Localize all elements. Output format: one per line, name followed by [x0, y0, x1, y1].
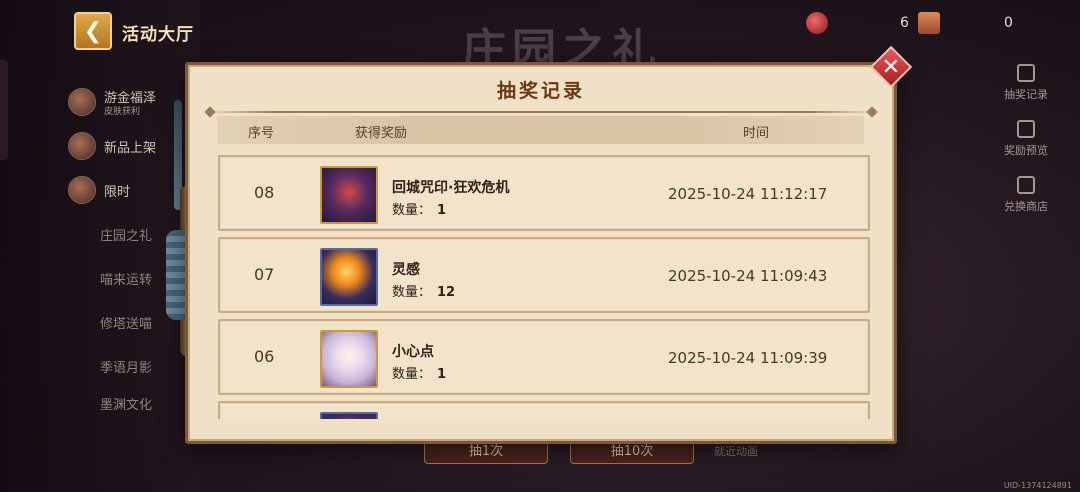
- currency-gem-value: 6: [900, 15, 909, 31]
- row-index: 07: [254, 265, 275, 284]
- reward-thumbnail: [320, 412, 378, 419]
- title-divider: [206, 111, 876, 113]
- gift-icon: [1017, 64, 1035, 82]
- table-header: 序号 获得奖励 时间: [217, 116, 864, 144]
- right-item-draw-record[interactable]: 抽奖记录: [996, 64, 1056, 120]
- ticket-icon: [918, 12, 940, 34]
- reward-name: 小心点: [392, 344, 434, 360]
- row-index: 06: [254, 347, 275, 366]
- side-tab-handle[interactable]: [0, 60, 8, 160]
- table-row: [218, 401, 870, 419]
- row-index: 08: [254, 183, 275, 202]
- record-list[interactable]: 08 回城咒印·狂欢危机 数量： 1 2025-10-24 11:12:17 07…: [218, 155, 870, 419]
- hall-title: 活动大厅: [122, 25, 194, 45]
- qty-value: 1: [437, 203, 447, 218]
- dialog-title-bar: 抽奖记录: [188, 65, 894, 113]
- reward-qty: 数量： 12: [392, 281, 455, 300]
- right-item-label: 抽奖记录: [1004, 88, 1048, 101]
- menu-label: 庄园之礼: [100, 228, 153, 244]
- reward-qty: 数量： 1: [392, 199, 446, 218]
- shop-icon: [1017, 176, 1035, 194]
- draw-record-dialog: 抽奖记录 序号 获得奖励 时间 08 回城咒印·狂欢危机 数量： 1 2025-1…: [185, 62, 897, 444]
- back-button[interactable]: ❮: [74, 12, 112, 50]
- qty-label: 数量：: [392, 203, 432, 218]
- uid-label: UID-1374124891: [1003, 481, 1072, 490]
- header-time: 时间: [743, 126, 770, 141]
- qty-value: 1: [437, 367, 447, 382]
- menu-label: 修塔送喵: [100, 316, 153, 332]
- right-menu: 抽奖记录 奖励预览 兑换商店: [996, 64, 1056, 232]
- currency-ticket-value: 0: [1004, 15, 1013, 31]
- reward-name: 灵感: [392, 262, 420, 278]
- menu-label: 墨渊文化: [100, 397, 153, 413]
- menu-label: 新品上架: [104, 140, 157, 156]
- menu-label: 限时: [104, 184, 131, 200]
- table-row: 06 小心点 数量： 1 2025-10-24 11:09:39: [218, 319, 870, 395]
- reward-thumbnail: [320, 330, 378, 388]
- header-reward: 获得奖励: [355, 126, 408, 141]
- menu-item-culture[interactable]: 墨渊文化: [66, 388, 196, 418]
- qty-value: 12: [437, 285, 456, 300]
- currency-ticket[interactable]: 0: [918, 12, 1013, 34]
- avatar-icon: [68, 88, 96, 116]
- skip-animation-toggle[interactable]: 就近动画: [714, 443, 758, 459]
- close-icon: ✕: [881, 54, 901, 80]
- right-item-label: 奖励预览: [1004, 144, 1048, 157]
- currency-gem[interactable]: 6: [806, 12, 909, 34]
- right-item-exchange-shop[interactable]: 兑换商店: [996, 176, 1056, 232]
- document-icon: [1017, 120, 1035, 138]
- menu-label: 季语月影: [100, 360, 153, 376]
- reward-thumbnail: [320, 166, 378, 224]
- reward-name: 回城咒印·狂欢危机: [392, 180, 510, 196]
- qty-label: 数量：: [392, 367, 432, 382]
- row-time: 2025-10-24 11:09:39: [668, 349, 828, 367]
- table-row: 07 灵感 数量： 12 2025-10-24 11:09:43: [218, 237, 870, 313]
- row-time: 2025-10-24 11:12:17: [668, 185, 828, 203]
- lightbulb-icon: [320, 248, 378, 306]
- chevron-left-icon: ❮: [83, 18, 103, 44]
- qty-label: 数量：: [392, 285, 432, 300]
- clock-icon: [68, 176, 96, 204]
- right-item-reward-preview[interactable]: 奖励预览: [996, 120, 1056, 176]
- row-time: 2025-10-24 11:09:43: [668, 267, 828, 285]
- dialog-title: 抽奖记录: [496, 79, 585, 102]
- right-item-label: 兑换商店: [1004, 200, 1048, 213]
- shop-bag-icon: [68, 132, 96, 160]
- red-gem-icon: [806, 12, 828, 34]
- header-index: 序号: [248, 126, 275, 141]
- table-row: 08 回城咒印·狂欢危机 数量： 1 2025-10-24 11:12:17: [218, 155, 870, 231]
- menu-label: 喵来运转: [100, 272, 153, 288]
- close-button[interactable]: ✕: [869, 45, 913, 89]
- reward-qty: 数量： 1: [392, 363, 446, 382]
